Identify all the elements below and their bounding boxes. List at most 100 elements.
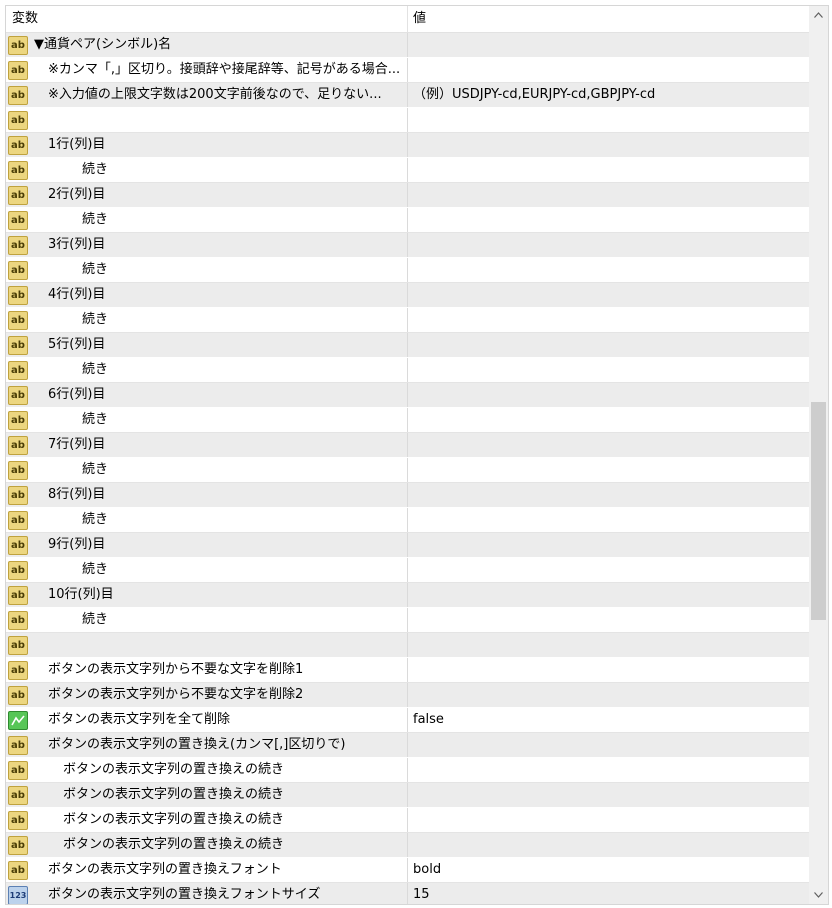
ab-string-icon: ab: [8, 786, 28, 805]
property-value[interactable]: [407, 533, 809, 557]
ab-string-icon: ab: [8, 261, 28, 280]
property-row[interactable]: ab: [6, 633, 809, 658]
ab-string-icon: ab: [8, 536, 28, 555]
number-icon: 123: [8, 886, 28, 904]
property-value[interactable]: [407, 833, 809, 857]
property-row[interactable]: ab 続き: [6, 308, 809, 333]
property-name: ※カンマ「,」区切り。接頭辞や接尾辞等、記号がある場合...: [48, 62, 401, 77]
property-value[interactable]: [407, 783, 809, 807]
property-row[interactable]: ab ※カンマ「,」区切り。接頭辞や接尾辞等、記号がある場合...: [6, 58, 809, 83]
property-name: 続き: [82, 562, 109, 577]
property-row[interactable]: 123 ボタンの表示文字列の置き換えフォントサイズ 15: [6, 883, 809, 904]
property-row[interactable]: ab ボタンの表示文字列の置き換えフォント bold: [6, 858, 809, 883]
property-value[interactable]: [407, 483, 809, 507]
ab-string-icon: ab: [8, 236, 28, 255]
scroll-up-icon[interactable]: [809, 6, 828, 24]
property-row[interactable]: ab 4行(列)目: [6, 283, 809, 308]
ab-string-icon: ab: [8, 186, 28, 205]
property-value[interactable]: [407, 583, 809, 607]
property-value[interactable]: [407, 308, 809, 332]
property-row[interactable]: ab 続き: [6, 358, 809, 383]
property-value[interactable]: [407, 133, 809, 157]
scroll-down-icon[interactable]: [809, 886, 828, 904]
property-row[interactable]: ab ボタンの表示文字列の置き換え(カンマ[,]区切りで): [6, 733, 809, 758]
ab-string-icon: ab: [8, 611, 28, 630]
property-row[interactable]: ab 続き: [6, 458, 809, 483]
property-value[interactable]: [407, 683, 809, 707]
property-row[interactable]: ab ボタンの表示文字列の置き換えの続き: [6, 808, 809, 833]
property-value[interactable]: false: [407, 708, 809, 732]
property-value[interactable]: [407, 733, 809, 757]
property-value[interactable]: [407, 608, 809, 632]
property-value[interactable]: [407, 558, 809, 582]
property-value[interactable]: [407, 383, 809, 407]
property-value[interactable]: [407, 758, 809, 782]
property-name: [34, 633, 406, 657]
property-value[interactable]: （例）USDJPY-cd,EURJPY-cd,GBPJPY-cd: [407, 83, 809, 107]
property-value[interactable]: [407, 283, 809, 307]
property-row[interactable]: ab 2行(列)目: [6, 183, 809, 208]
property-value[interactable]: [407, 58, 809, 82]
property-row[interactable]: ab 続き: [6, 158, 809, 183]
property-row[interactable]: ab 6行(列)目: [6, 383, 809, 408]
property-row[interactable]: ab 8行(列)目: [6, 483, 809, 508]
property-value[interactable]: [407, 208, 809, 232]
property-value[interactable]: bold: [407, 858, 809, 882]
property-value[interactable]: [407, 433, 809, 457]
property-name: ボタンの表示文字列の置き換えの続き: [63, 837, 285, 852]
property-value[interactable]: 15: [407, 883, 809, 904]
property-row[interactable]: ab 7行(列)目: [6, 433, 809, 458]
property-value[interactable]: [407, 508, 809, 532]
property-row[interactable]: ab ボタンの表示文字列から不要な文字を削除2: [6, 683, 809, 708]
property-row[interactable]: ab 続き: [6, 508, 809, 533]
property-value[interactable]: [407, 658, 809, 682]
property-row[interactable]: ab ボタンの表示文字列の置き換えの続き: [6, 758, 809, 783]
property-name: 3行(列)目: [48, 237, 106, 252]
column-header-variable[interactable]: 変数: [6, 6, 407, 32]
property-row[interactable]: ab ※入力値の上限文字数は200文字前後なので、足りない... （例）USDJPY…: [6, 83, 809, 108]
property-value[interactable]: [407, 233, 809, 257]
property-row[interactable]: ab ボタンの表示文字列の置き換えの続き: [6, 833, 809, 858]
property-value[interactable]: [407, 633, 809, 657]
property-name: ※入力値の上限文字数は200文字前後なので、足りない...: [48, 87, 382, 102]
ab-string-icon: ab: [8, 136, 28, 155]
property-row[interactable]: ab ボタンの表示文字列の置き換えの続き: [6, 783, 809, 808]
property-value[interactable]: [407, 358, 809, 382]
ab-string-icon: ab: [8, 386, 28, 405]
property-value[interactable]: [407, 183, 809, 207]
property-value[interactable]: [407, 33, 809, 57]
property-row[interactable]: ボタンの表示文字列を全て削除 false: [6, 708, 809, 733]
property-value[interactable]: [407, 408, 809, 432]
column-header-value[interactable]: 値: [407, 6, 809, 32]
property-row[interactable]: ab 10行(列)目: [6, 583, 809, 608]
property-row[interactable]: ab 続き: [6, 558, 809, 583]
property-value[interactable]: [407, 808, 809, 832]
property-name: 6行(列)目: [48, 387, 106, 402]
property-row[interactable]: ab 続き: [6, 258, 809, 283]
property-row[interactable]: ab ▼通貨ペア(シンボル)名: [6, 33, 809, 58]
property-row[interactable]: ab 続き: [6, 408, 809, 433]
property-value[interactable]: [407, 108, 809, 132]
property-row[interactable]: ab 3行(列)目: [6, 233, 809, 258]
property-value[interactable]: [407, 458, 809, 482]
property-row[interactable]: ab ボタンの表示文字列から不要な文字を削除1: [6, 658, 809, 683]
property-value[interactable]: [407, 158, 809, 182]
property-value[interactable]: [407, 333, 809, 357]
property-row[interactable]: ab 9行(列)目: [6, 533, 809, 558]
property-name: [34, 108, 406, 132]
scrollbar-thumb[interactable]: [811, 402, 826, 620]
property-row[interactable]: ab: [6, 108, 809, 133]
property-name: 続き: [82, 412, 109, 427]
property-row[interactable]: ab 続き: [6, 208, 809, 233]
property-row[interactable]: ab 続き: [6, 608, 809, 633]
property-name: ボタンの表示文字列の置き換えフォント: [48, 862, 282, 877]
property-name: ボタンの表示文字列から不要な文字を削除2: [48, 687, 304, 702]
ab-string-icon: ab: [8, 411, 28, 430]
vertical-scrollbar[interactable]: [809, 6, 828, 904]
property-row[interactable]: ab 1行(列)目: [6, 133, 809, 158]
property-row[interactable]: ab 5行(列)目: [6, 333, 809, 358]
property-name: ボタンの表示文字列から不要な文字を削除1: [48, 662, 304, 677]
grid-header: 変数 値: [6, 6, 809, 33]
property-value[interactable]: [407, 258, 809, 282]
property-name: 5行(列)目: [48, 337, 106, 352]
